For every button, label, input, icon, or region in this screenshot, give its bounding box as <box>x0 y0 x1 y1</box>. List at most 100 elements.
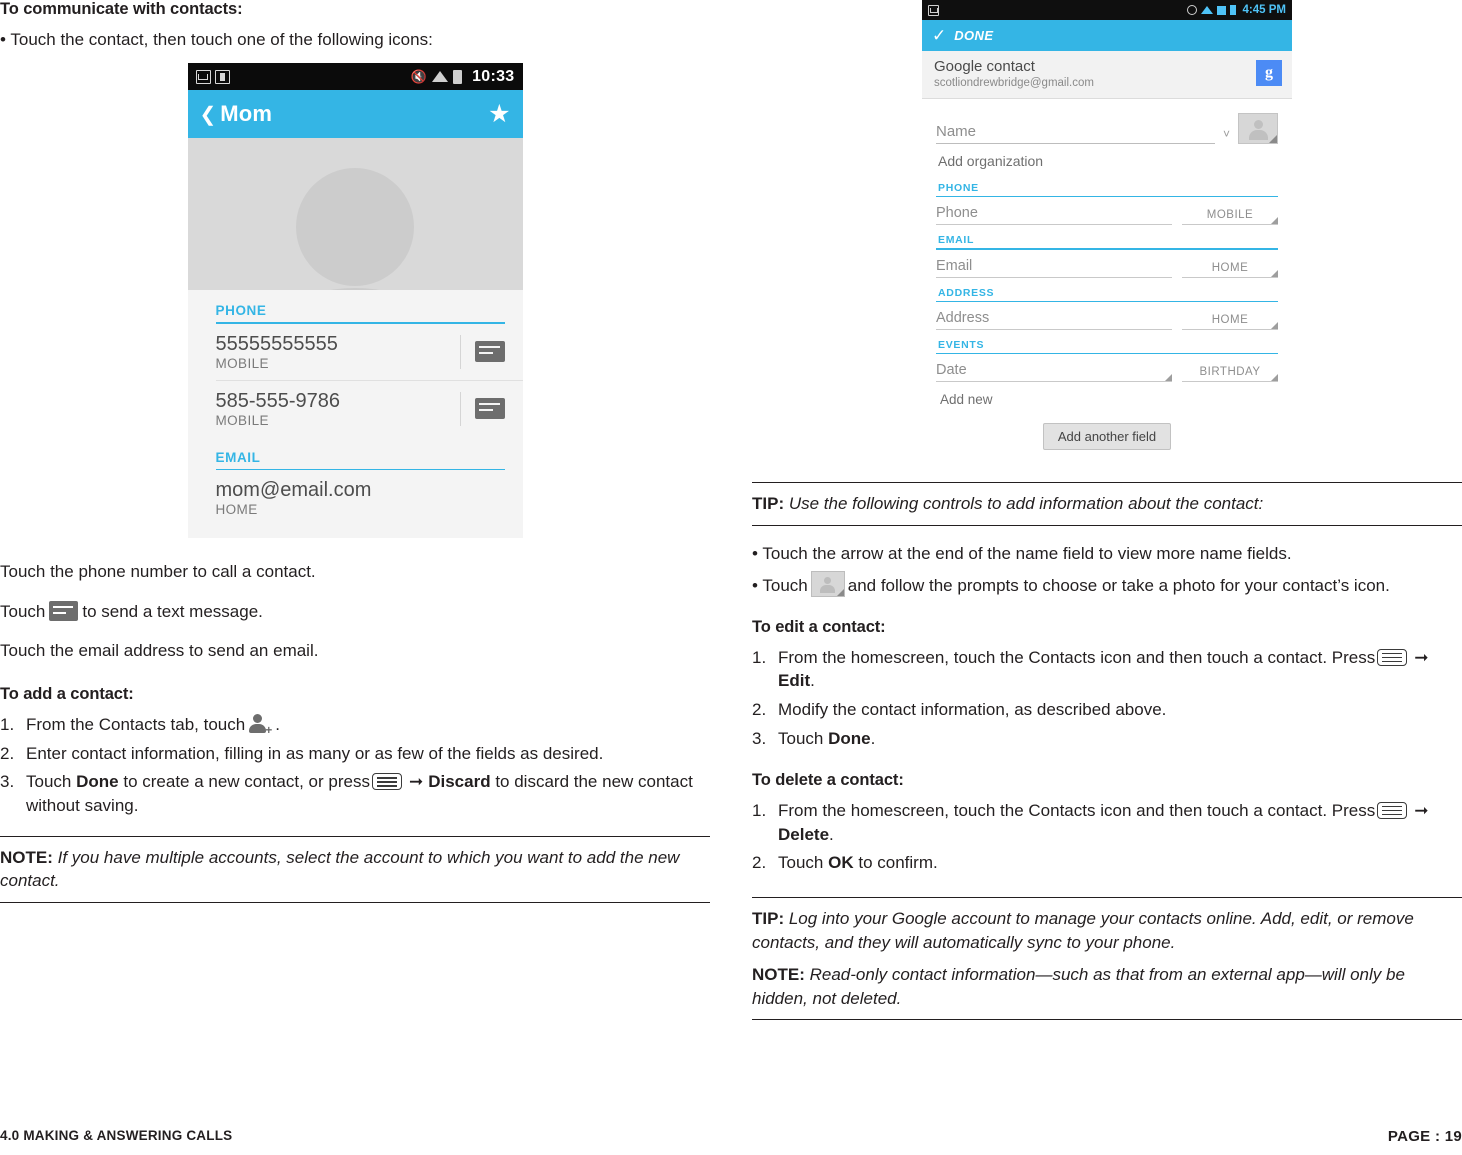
message-icon-2[interactable] <box>474 398 505 420</box>
add-step-3-num: 3. <box>0 772 15 792</box>
message-icon-1[interactable] <box>474 341 505 363</box>
phone-input[interactable]: Phone <box>936 205 1172 226</box>
contact-photo-icon-inline <box>810 571 845 598</box>
alarm-icon <box>1186 5 1197 15</box>
edit-step-1-num: 1. <box>752 647 767 667</box>
add-new-field[interactable]: Add new <box>936 382 1278 411</box>
status-left-icons <box>195 69 230 84</box>
email-row[interactable]: mom@email.com HOME <box>188 470 523 526</box>
phone1-status-bar: 🔇 10:33 <box>187 63 523 91</box>
status-clock: 10:33 <box>472 67 515 85</box>
address-type-dropdown[interactable]: HOME <box>1182 314 1278 330</box>
add-another-field-button[interactable]: Add another field <box>1042 423 1172 451</box>
done-bar[interactable]: ✓ DONE <box>922 20 1292 51</box>
tip-text-controls: TIP: Use the following controls to add i… <box>752 492 1462 515</box>
para-send-text-post: to send a text message. <box>82 601 263 621</box>
battery-icon-2 <box>1229 5 1236 15</box>
delete-step-1-bold: Delete <box>778 824 830 844</box>
phone-row-1[interactable]: 55555555555 MOBILE <box>188 324 523 380</box>
para-send-email: Touch the email address to send an email… <box>0 641 319 661</box>
edit-step-1-bold: Edit <box>778 671 811 691</box>
tip2-rule-bottom <box>752 1019 1462 1021</box>
edit-step-1-post: . <box>810 671 815 691</box>
edit-step-2-text: Modify the contact information, as descr… <box>778 700 1167 720</box>
note2-label: NOTE: <box>752 965 805 985</box>
chevron-down-icon[interactable]: ˅ <box>1223 127 1230 144</box>
bullet-photo: • Touch and follow the prompts to choose … <box>752 571 1462 598</box>
para-send-text-pre: Touch <box>0 601 46 621</box>
add-step-3-bold-done: Done <box>76 772 119 792</box>
name-input[interactable]: Name <box>936 123 1215 144</box>
tip-block-google: TIP: Log into your Google account to man… <box>752 897 1462 1021</box>
manual-page: To communicate with contacts: • Touch th… <box>0 0 1462 1155</box>
add-step-3: 3. Touch Done to create a new contact, o… <box>0 770 710 818</box>
email-row-text: mom@email.com HOME <box>216 479 523 517</box>
bullet-name-arrow: • Touch the arrow at the end of the name… <box>752 543 1292 563</box>
row-divider-1 <box>459 334 461 369</box>
email-type-dropdown[interactable]: HOME <box>1182 262 1278 278</box>
edit-step-3-post: . <box>870 729 876 749</box>
email-field-row: Email HOME <box>936 250 1278 278</box>
add-another-field-wrap: Add another field <box>936 411 1278 458</box>
contact-name: Mom <box>220 101 273 127</box>
account-row[interactable]: Google contact scotliondrewbridge@gmail.… <box>922 51 1292 99</box>
delete-contact-steps: 1. From the homescreen, touch the Contac… <box>752 799 1462 875</box>
back-chevron-icon[interactable]: ❮ <box>200 102 217 127</box>
note2-body: Read-only contact information—such as th… <box>752 965 1405 1008</box>
section-heading-edit-contact: To edit a contact: <box>752 617 886 636</box>
add-step-1-num: 1. <box>0 714 15 734</box>
favorite-star-icon[interactable]: ★ <box>488 99 510 129</box>
battery-icon <box>453 69 463 84</box>
email-input[interactable]: Email <box>936 258 1172 278</box>
phone-field-row: Phone MOBILE <box>936 197 1278 226</box>
note-block-accounts: NOTE: If you have multiple accounts, sel… <box>0 836 710 903</box>
phone-type-1: MOBILE <box>215 355 269 371</box>
row-divider-2 <box>459 391 461 426</box>
wifi-icon <box>432 71 449 83</box>
arrow-right-icon-delete: ➞ <box>1414 800 1429 820</box>
delete-step-1-post: . <box>829 824 834 844</box>
message-icon-inline <box>49 600 79 621</box>
account-email: scotliondrewbridge@gmail.com <box>934 76 1094 89</box>
add-step-1-pre: From the Contacts tab, touch <box>26 714 246 734</box>
footer-page-number: PAGE : 19 <box>1387 1128 1462 1145</box>
bullet-touch-contact: • Touch the contact, then touch one of t… <box>0 30 433 49</box>
bullet-photo-pre: • Touch <box>752 576 808 596</box>
delete-step-1-num: 1. <box>752 800 767 820</box>
add-step-2-num: 2. <box>0 743 15 763</box>
delete-step-1-pre: From the homescreen, touch the Contacts … <box>778 800 1376 820</box>
email-address: mom@email.com <box>215 479 372 502</box>
edit-step-2: 2. Modify the contact information, as de… <box>752 698 1462 722</box>
add-contact-steps: 1. From the Contacts tab, touch +. 2. Ent… <box>0 713 710 818</box>
menu-key-icon-edit <box>1377 648 1408 666</box>
edit-step-1: 1. From the homescreen, touch the Contac… <box>752 646 1462 694</box>
tip1-label: TIP: <box>752 494 785 514</box>
contact-photo-button[interactable] <box>1238 112 1278 144</box>
tip1-rule-bottom <box>752 524 1462 526</box>
phone-row-2-text: 585-555-9786 MOBILE <box>216 390 460 428</box>
contact-fields: PHONE 55555555555 MOBILE 585-555-9786 MO… <box>187 290 523 539</box>
phone-type-dropdown[interactable]: MOBILE <box>1182 209 1278 226</box>
account-text: Google contact scotliondrewbridge@gmail.… <box>934 58 1094 89</box>
status-clock-2: 4:45 PM <box>1242 4 1286 16</box>
add-step-3-bold-discard: Discard <box>428 772 491 792</box>
date-type-dropdown[interactable]: BIRTHDAY <box>1182 366 1278 383</box>
edit-step-3-num: 3. <box>752 729 767 749</box>
note-text-accounts: NOTE: If you have multiple accounts, sel… <box>0 846 710 893</box>
add-step-2: 2. Enter contact information, filling in… <box>0 742 710 766</box>
note-body: If you have multiple accounts, select th… <box>0 848 680 891</box>
screenshot-new-contact: 4:45 PM ✓ DONE Google contact scotliondr… <box>922 0 1292 469</box>
left-column: To communicate with contacts: • Touch th… <box>0 0 710 903</box>
section-heading-add-contact: To add a contact: <box>0 684 134 703</box>
menu-key-icon-delete <box>1377 801 1408 819</box>
add-organization-field[interactable]: Add organization <box>936 144 1278 173</box>
sim-icon <box>214 69 230 84</box>
address-input[interactable]: Address <box>936 310 1172 330</box>
date-input[interactable]: Date <box>936 362 1172 383</box>
delete-step-2-post: to confirm. <box>858 853 938 873</box>
add-step-1: 1. From the Contacts tab, touch +. <box>0 713 710 737</box>
email-type: HOME <box>215 502 258 518</box>
email-icon <box>195 69 211 84</box>
phone-row-2[interactable]: 585-555-9786 MOBILE <box>188 381 523 437</box>
note-label: NOTE: <box>0 848 53 867</box>
